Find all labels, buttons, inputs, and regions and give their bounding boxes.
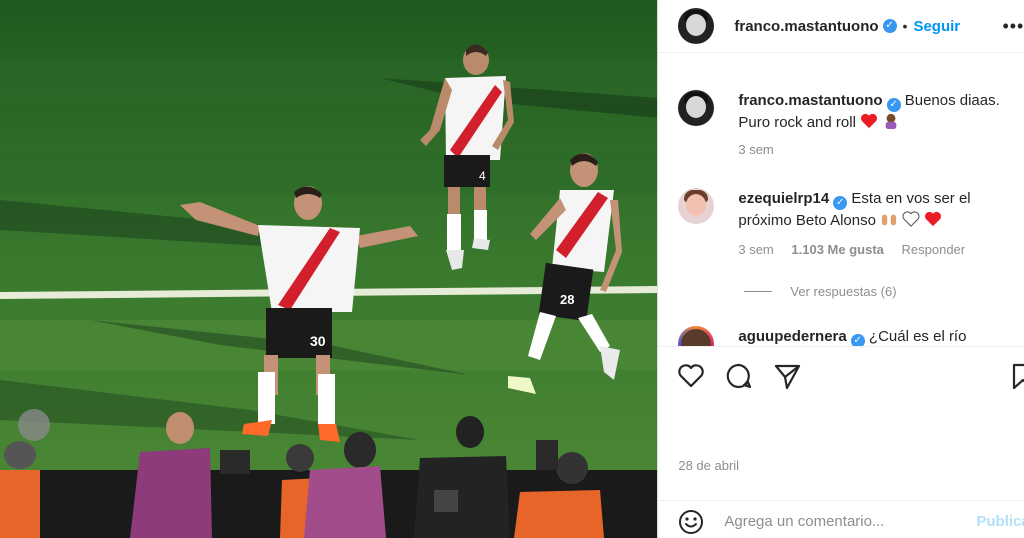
person-emoji-icon xyxy=(885,113,897,129)
post-side-panel: franco.mastantuono ✓ • Seguir ••• franco… xyxy=(657,0,1024,538)
red-heart-icon xyxy=(861,113,878,129)
avatar[interactable] xyxy=(678,90,715,126)
comment-body: ezequielrp14 ✓ Esta en vos ser el próximo… xyxy=(738,188,1024,232)
comment-username[interactable]: aguupedernera xyxy=(738,328,846,345)
comment-meta: 3 sem 1.103 Me gusta Responder xyxy=(738,242,979,257)
instagram-post-view: 4 30 28 franco.mastantuono ✓ • Seguir ••… xyxy=(0,0,1024,538)
publish-button[interactable]: Publicar xyxy=(976,513,1024,530)
jersey-number-center: 30 xyxy=(310,333,326,349)
header-username[interactable]: franco.mastantuono xyxy=(734,18,878,35)
post-actions xyxy=(658,346,1024,405)
comment-username[interactable]: franco.mastantuono xyxy=(738,92,882,109)
more-options-icon[interactable]: ••• xyxy=(1002,16,1024,37)
comment-likes[interactable]: 1.103 Me gusta xyxy=(791,242,884,257)
comment-meta: 3 sem xyxy=(738,142,787,157)
verified-badge-icon: ✓ xyxy=(882,19,897,33)
comment-username[interactable]: ezequielrp14 xyxy=(738,190,829,207)
share-icon[interactable] xyxy=(772,361,802,391)
comment-time[interactable]: 3 sem xyxy=(738,142,773,157)
post-header: franco.mastantuono ✓ • Seguir ••• xyxy=(658,0,1024,53)
avatar[interactable] xyxy=(678,188,715,224)
add-comment-bar: Agrega un comentario... Publicar xyxy=(658,500,1024,538)
comment-icon[interactable] xyxy=(724,361,754,391)
verified-badge-icon: ✓ xyxy=(886,98,901,112)
raised-hands-icon xyxy=(881,214,897,226)
comment-body: aguupedernera ✓ ¿Cuál es el río xyxy=(738,326,1024,346)
reply-button[interactable]: Responder xyxy=(902,242,966,257)
jersey-number-right: 28 xyxy=(560,292,574,307)
jersey-number-back: 4 xyxy=(479,169,486,183)
save-bookmark-icon[interactable] xyxy=(1008,361,1024,391)
view-replies-button[interactable]: Ver respuestas (6) xyxy=(744,284,897,299)
comments-list: franco.mastantuono ✓ Buenos diaas. Puro r… xyxy=(658,64,1024,346)
avatar[interactable] xyxy=(678,326,715,346)
view-replies-label: Ver respuestas (6) xyxy=(790,284,897,299)
avatar[interactable] xyxy=(678,8,715,44)
like-heart-icon[interactable] xyxy=(676,361,706,391)
post-photo[interactable]: 4 30 28 xyxy=(0,0,658,538)
emoji-icon[interactable] xyxy=(678,509,704,535)
comment-time[interactable]: 3 sem xyxy=(738,242,773,257)
white-heart-icon xyxy=(902,211,920,227)
header-separator: • xyxy=(902,18,908,34)
add-comment-input[interactable]: Agrega un comentario... xyxy=(724,513,884,530)
verified-badge-icon: ✓ xyxy=(850,334,865,346)
follow-button[interactable]: Seguir xyxy=(913,18,960,35)
verified-badge-icon: ✓ xyxy=(833,196,848,210)
red-heart-icon xyxy=(925,211,942,227)
football-celebration-image: 4 30 28 xyxy=(0,0,658,538)
post-date[interactable]: 28 de abril xyxy=(678,458,739,473)
comment-body: franco.mastantuono ✓ Buenos diaas. Puro r… xyxy=(738,90,1024,134)
comment-text: ¿Cuál es el río xyxy=(868,328,967,345)
